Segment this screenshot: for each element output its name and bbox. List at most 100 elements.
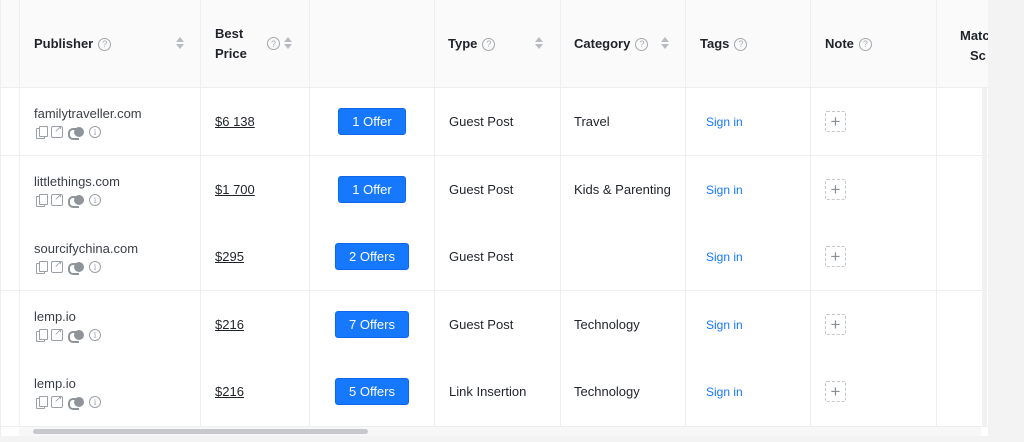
publisher-actions: i [36,327,101,343]
help-icon[interactable]: ? [98,37,112,51]
copy-icon[interactable] [36,261,48,274]
best-price-link[interactable]: $6 138 [215,114,255,129]
copy-icon[interactable] [36,396,48,409]
tags-sign-in-link[interactable]: Sign in [706,250,743,264]
add-note-icon[interactable]: + [825,111,846,132]
header-note[interactable]: Note ? [825,0,872,88]
table-row: familytraveller.com i $6 138 1 Offer Gue… [1,88,988,156]
header-tags[interactable]: Tags ? [700,0,748,88]
table-row: lemp.io i $216 7 Offers Guest Post Techn… [1,291,988,359]
external-link-icon[interactable] [51,394,63,408]
publisher-actions: i [36,394,101,410]
header-note-label: Note [825,36,854,51]
category-value: Kids & Parenting [574,182,671,197]
column-divider [936,0,937,427]
publisher-actions: i [36,192,101,208]
header-category[interactable]: Category ? [574,0,649,88]
header-type-label: Type [448,36,478,51]
external-link-icon[interactable] [51,192,63,206]
table-row: sourcifychina.com i $295 2 Offers Guest … [1,223,988,291]
offers-button[interactable]: 1 Offer [338,108,406,135]
publisher-actions: i [36,124,101,140]
publisher-name[interactable]: familytraveller.com [34,106,142,121]
sort-type-icon[interactable] [535,37,543,49]
header-best-price[interactable]: Best Price [215,0,247,88]
best-price-link[interactable]: $216 [215,317,244,332]
header-best-price-line2: Price [215,46,247,61]
copy-icon[interactable] [36,194,48,207]
add-note-icon[interactable]: + [825,381,846,402]
tags-sign-in-link[interactable]: Sign in [706,385,743,399]
publisher-actions: i [36,259,101,275]
publisher-name[interactable]: lemp.io [34,309,76,324]
table-row: littlethings.com i $1 700 1 Offer Guest … [1,156,988,224]
copy-icon[interactable] [36,126,48,139]
column-divider [309,0,310,427]
info-icon[interactable]: i [89,194,101,206]
best-price-link[interactable]: $295 [215,249,244,264]
info-icon[interactable]: i [89,261,101,273]
column-divider [19,0,20,427]
type-value: Guest Post [449,114,514,129]
best-price-link[interactable]: $1 700 [215,182,255,197]
header-match-line1: Matc [960,28,988,43]
add-note-icon[interactable]: + [825,179,846,200]
publishers-table: Publisher ? Best Price ? Type ? Category … [0,0,988,436]
header-publisher[interactable]: Publisher ? [34,0,112,88]
type-value: Guest Post [449,182,514,197]
page: Publisher ? Best Price ? Type ? Category … [0,0,1024,442]
sort-category-icon[interactable] [661,37,669,49]
info-icon[interactable]: i [89,396,101,408]
category-value: Travel [574,114,610,129]
sort-price-icon[interactable] [284,37,292,49]
header-type[interactable]: Type ? [448,0,496,88]
semrush-icon[interactable] [68,330,84,343]
header-match-line2: Sc [970,48,986,63]
external-link-icon[interactable] [51,259,63,273]
header-match-score[interactable]: Matc Sc [960,0,988,88]
publisher-name[interactable]: sourcifychina.com [34,241,138,256]
add-note-icon[interactable]: + [825,314,846,335]
semrush-icon[interactable] [68,127,84,140]
add-note-icon[interactable]: + [825,246,846,267]
table-row: lemp.io i $216 5 Offers Link Insertion T… [1,358,988,427]
semrush-icon[interactable] [68,397,84,410]
tags-sign-in-link[interactable]: Sign in [706,318,743,332]
semrush-icon[interactable] [68,195,84,208]
category-value: Technology [574,384,640,399]
help-icon[interactable]: ? [482,37,496,51]
best-price-link[interactable]: $216 [215,384,244,399]
tags-sign-in-link[interactable]: Sign in [706,183,743,197]
tags-sign-in-link[interactable]: Sign in [706,115,743,129]
header-best-price-line1: Best [215,26,244,41]
offers-button[interactable]: 5 Offers [335,378,409,405]
info-icon[interactable]: i [89,329,101,341]
copy-icon[interactable] [36,329,48,342]
header-tags-label: Tags [700,36,730,51]
vertical-scrollbar[interactable] [982,88,987,427]
header-publisher-label: Publisher [34,36,94,51]
type-value: Guest Post [449,317,514,332]
external-link-icon[interactable] [51,327,63,341]
column-divider [434,0,435,427]
sort-publisher-icon[interactable] [176,37,184,49]
column-divider [560,0,561,427]
offers-button[interactable]: 7 Offers [335,311,409,338]
type-value: Guest Post [449,249,514,264]
publisher-name[interactable]: littlethings.com [34,174,120,189]
offers-button[interactable]: 2 Offers [335,243,409,270]
offers-button[interactable]: 1 Offer [338,176,406,203]
type-value: Link Insertion [449,384,527,399]
info-icon[interactable]: i [89,126,101,138]
help-icon[interactable]: ? [858,37,872,51]
table-header: Publisher ? Best Price ? Type ? Category … [1,0,988,88]
help-icon[interactable]: ? [635,37,649,51]
publisher-name[interactable]: lemp.io [34,376,76,391]
help-icon[interactable]: ? [267,37,280,50]
column-divider [810,0,811,427]
help-icon[interactable]: ? [734,37,748,51]
column-divider [200,0,201,427]
external-link-icon[interactable] [51,124,63,138]
semrush-icon[interactable] [68,262,84,275]
horizontal-scrollbar-thumb[interactable] [33,429,368,434]
